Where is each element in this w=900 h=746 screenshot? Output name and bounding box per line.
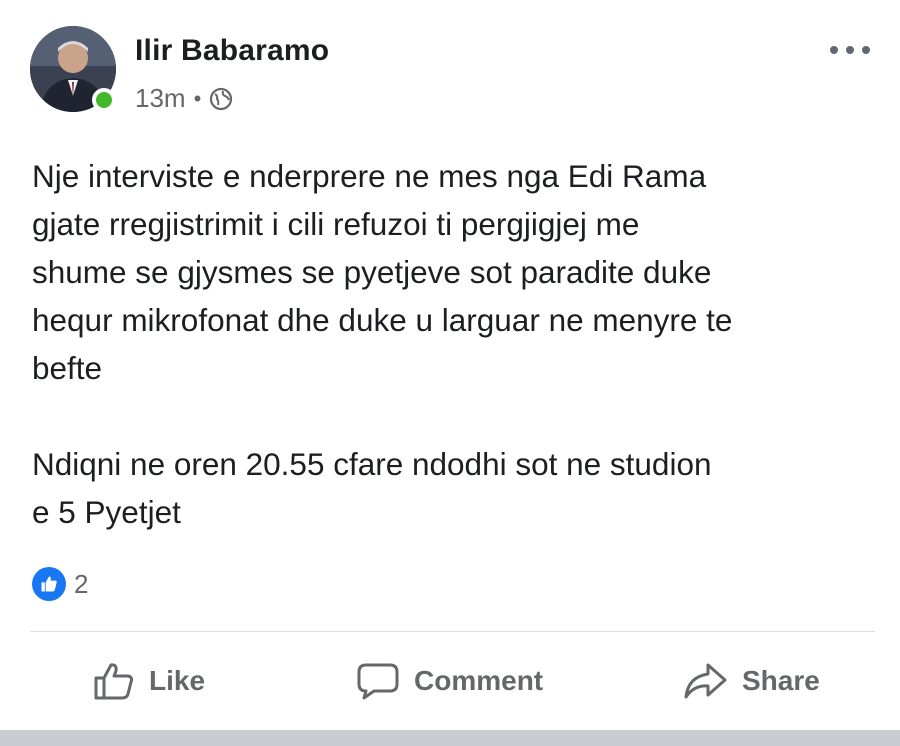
post-timestamp[interactable]: 13m	[135, 83, 186, 114]
dot	[862, 46, 870, 54]
dot	[830, 46, 838, 54]
like-reaction-icon	[32, 567, 66, 601]
post-text-line: Nje interviste e nderprere ne mes nga Ed…	[32, 158, 707, 194]
more-options-icon[interactable]	[830, 40, 870, 60]
reactions-summary[interactable]: 2	[32, 567, 88, 601]
post-text-line: gjate rregjistrimit i cili refuzoi ti pe…	[32, 206, 640, 242]
post-text-line: Ndiqni ne oren 20.55 cfare ndodhi sot ne…	[32, 446, 712, 482]
comment-button[interactable]: Comment	[356, 650, 543, 712]
dot	[846, 46, 854, 54]
post-actions-bar: Like Comment Share	[0, 650, 900, 712]
feed-separator-bar	[0, 730, 900, 746]
author-name[interactable]: Ilir Babaramo	[135, 34, 329, 68]
like-button[interactable]: Like	[93, 650, 205, 712]
post-body-text: Nje interviste e nderprere ne mes nga Ed…	[32, 152, 882, 536]
share-icon	[684, 663, 727, 699]
share-label: Share	[742, 665, 820, 696]
post-text-line: befte	[32, 350, 103, 386]
actions-divider	[30, 631, 875, 632]
share-button[interactable]: Share	[682, 650, 820, 712]
globe-icon[interactable]	[209, 87, 233, 111]
comment-label: Comment	[414, 665, 544, 696]
reaction-count: 2	[74, 568, 89, 599]
post-text-line: shume se gjysmes se pyetjeve sot paradit…	[32, 254, 712, 290]
post-text-line: e 5 Pyetjet	[32, 494, 181, 530]
post-meta: 13m •	[135, 83, 233, 114]
post-header: Ilir Babaramo 13m •	[30, 26, 870, 116]
comment-icon	[357, 663, 399, 700]
thumbs-up-icon	[94, 663, 134, 700]
online-status-dot	[92, 88, 116, 112]
post-text-line: hequr mikrofonat dhe duke u larguar ne m…	[32, 302, 733, 338]
meta-separator: •	[193, 85, 202, 111]
facebook-post: Ilir Babaramo 13m • Nje interviste e nde…	[0, 0, 900, 746]
like-label: Like	[149, 665, 206, 696]
